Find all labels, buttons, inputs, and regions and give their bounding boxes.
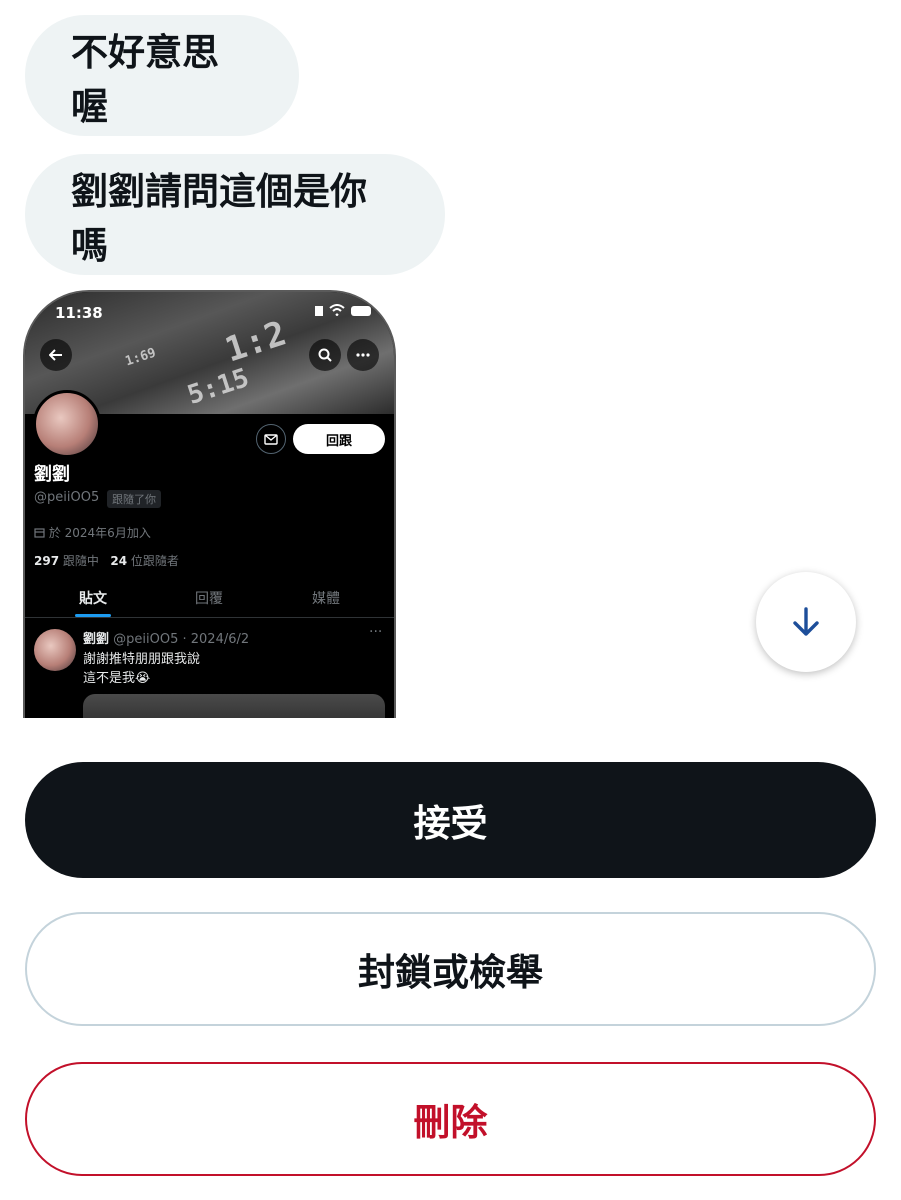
tweet-more-icon[interactable]: ··· [369, 624, 382, 640]
shared-screenshot-image[interactable]: 1:69 5:15 1:2 11:38 回跟 劉劉 @peiiOO5 跟隨了你 … [25, 292, 394, 718]
more-button[interactable] [347, 339, 379, 371]
join-date: 於 2024年6月加入 [34, 524, 151, 541]
mail-icon [264, 433, 278, 445]
message-bubble: 劉劉請問這個是你嗎 [25, 154, 445, 275]
tab-replies[interactable]: 回覆 [195, 588, 223, 608]
status-time: 11:38 [55, 304, 103, 322]
following-label[interactable]: 跟隨中 [63, 554, 99, 568]
join-date-text: 於 2024年6月加入 [48, 526, 151, 540]
tweet-text-line: 這不是我😭 [83, 671, 151, 686]
tab-posts[interactable]: 貼文 [79, 588, 107, 608]
banner-floor-number: 1:2 [220, 313, 292, 371]
follows-you-badge: 跟隨了你 [107, 490, 161, 508]
more-horizontal-icon [356, 353, 370, 357]
tweet-text-line: 謝謝推特朋朋跟我說 [83, 652, 201, 667]
profile-name: 劉劉 [34, 464, 70, 485]
message-bubble: 不好意思喔 [25, 15, 299, 136]
tweet-avatar[interactable] [34, 629, 76, 671]
divider [25, 617, 394, 618]
tweet-meta: @peiiOO5 · 2024/6/2 [113, 632, 250, 647]
scroll-to-bottom-button[interactable] [756, 572, 856, 672]
tweet-header: 劉劉 @peiiOO5 · 2024/6/2 [83, 628, 249, 647]
wifi-icon [329, 304, 345, 316]
message-button[interactable] [256, 424, 286, 454]
tweet-author-name: 劉劉 [83, 632, 110, 647]
signal-icon [315, 306, 323, 316]
banner-floor-number: 5:15 [183, 363, 253, 411]
back-button[interactable] [40, 339, 72, 371]
delete-button[interactable]: 刪除 [25, 1062, 876, 1176]
follow-stats: 297 跟隨中 24 位跟隨者 [34, 552, 179, 569]
profile-handle: @peiiOO5 [34, 490, 100, 505]
tweet-media[interactable] [83, 694, 385, 718]
tab-media[interactable]: 媒體 [312, 588, 340, 608]
search-icon [318, 348, 332, 362]
followers-label[interactable]: 位跟隨者 [131, 554, 179, 568]
message-text: 劉劉請問這個是你嗎 [71, 169, 367, 267]
follow-back-button[interactable]: 回跟 [293, 424, 385, 454]
search-button[interactable] [309, 339, 341, 371]
arrow-down-icon [793, 607, 819, 636]
following-count[interactable]: 297 [34, 554, 59, 568]
calendar-icon [34, 528, 45, 538]
avatar[interactable] [33, 390, 101, 458]
followers-count[interactable]: 24 [110, 554, 127, 568]
battery-icon [351, 306, 371, 316]
block-or-report-button[interactable]: 封鎖或檢舉 [25, 912, 876, 1026]
message-request-actions: 接受 封鎖或檢舉 刪除 [0, 718, 901, 1200]
accept-button[interactable]: 接受 [25, 762, 876, 878]
arrow-left-icon [49, 349, 62, 361]
banner-floor-number: 1:69 [123, 345, 158, 370]
message-text: 不好意思喔 [71, 30, 219, 128]
